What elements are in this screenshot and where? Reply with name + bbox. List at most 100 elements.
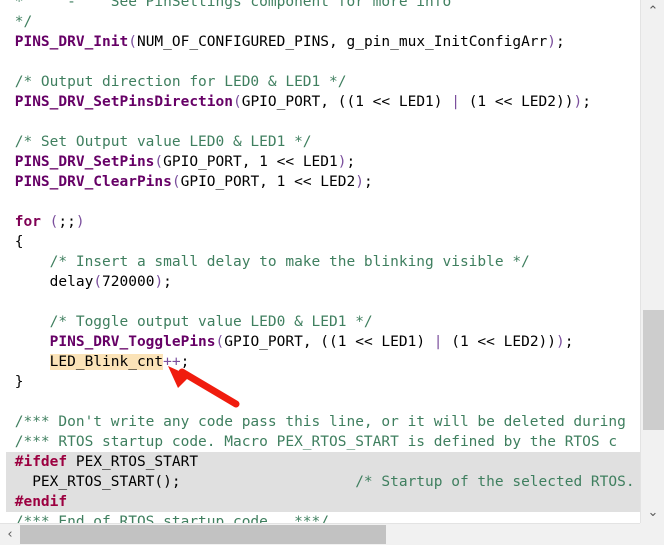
code-token: ( (93, 274, 103, 290)
code-line[interactable]: /*** RTOS startup code. Macro PEX_RTOS_S… (0, 432, 640, 452)
code-line[interactable]: /* Toggle output value LED0 & LED1 */ (0, 312, 640, 332)
code-token: PINS_DRV_SetPinsDirection (14, 94, 233, 110)
code-token: /* Startup of the selected RTOS. (355, 474, 635, 490)
code-token: | (433, 334, 443, 350)
code-line[interactable]: /* Output direction for LED0 & LED1 */ (0, 72, 640, 92)
code-token: PEX_RTOS_START(); (6, 474, 356, 490)
code-content: * - See PinSettings component for more i… (0, 0, 640, 523)
code-token: /*** Don't write any code pass this line… (6, 414, 626, 430)
code-token: #endif (14, 494, 68, 510)
code-token: | (451, 94, 460, 110)
code-editor-window: * - See PinSettings component for more i… (0, 0, 664, 545)
code-token: ( (232, 94, 242, 110)
code-line[interactable] (0, 292, 640, 312)
code-line[interactable]: } (0, 372, 640, 392)
code-line[interactable] (0, 192, 640, 212)
code-editor-viewport[interactable]: * - See PinSettings component for more i… (0, 0, 640, 523)
code-token: ( (215, 334, 225, 350)
code-line[interactable]: PINS_DRV_SetPins(GPIO_PORT, 1 << LED1); (0, 152, 640, 172)
vertical-scrollbar-thumb[interactable] (643, 310, 664, 430)
code-line[interactable]: PINS_DRV_TogglePins(GPIO_PORT, ((1 << LE… (0, 332, 640, 352)
horizontal-scrollbar[interactable]: ‹ › (0, 523, 664, 545)
scroll-down-icon[interactable]: ⌄ (641, 501, 664, 523)
code-token: 720000 (102, 274, 155, 290)
code-trailing-region: /*** End of RTOS startup code. ***/ (0, 512, 640, 523)
code-token: ) (547, 34, 557, 50)
code-token: GPIO_PORT, ((1 << LED1) (224, 334, 434, 350)
code-line[interactable]: delay(720000); (0, 272, 640, 292)
code-token: for (14, 214, 41, 230)
code-active-region: * - See PinSettings component for more i… (0, 0, 640, 452)
code-token: ; (163, 274, 172, 290)
vertical-scrollbar[interactable]: ⌃ ⌄ (640, 0, 664, 523)
code-line[interactable] (0, 52, 640, 72)
code-token: */ (6, 14, 33, 30)
code-line[interactable]: /* Set Output value LED0 & LED1 */ (0, 132, 640, 152)
code-token: } (6, 374, 24, 390)
code-token: #ifdef (14, 454, 68, 470)
code-token: /* Toggle output value LED0 & LED1 */ (6, 314, 373, 330)
code-token: ) (556, 334, 565, 350)
scroll-left-icon[interactable]: ‹ (0, 524, 20, 545)
code-token: GPIO_PORT, 1 << LED2 (180, 174, 356, 190)
code-line[interactable]: PINS_DRV_ClearPins(GPIO_PORT, 1 << LED2)… (0, 172, 640, 192)
code-token: /* Insert a small delay to make the blin… (6, 254, 530, 270)
code-line[interactable]: PINS_DRV_Init(NUM_OF_CONFIGURED_PINS, g_… (0, 32, 640, 52)
code-token: ++ (163, 354, 181, 370)
code-line[interactable]: #ifdef PEX_RTOS_START (6, 452, 640, 472)
code-line[interactable]: /* Insert a small delay to make the blin… (0, 252, 640, 272)
code-token: ( (154, 154, 164, 170)
code-token: ) (355, 174, 364, 190)
code-token: /*** RTOS startup code. Macro PEX_RTOS_S… (6, 434, 618, 450)
code-token: ) (337, 154, 347, 170)
code-token: PINS_DRV_Init (14, 34, 129, 50)
code-token: delay (6, 274, 94, 290)
code-token: GPIO_PORT, ((1 << LED1) (241, 94, 452, 110)
inactive-preprocessor-block: #ifdef PEX_RTOS_START PEX_RTOS_START(); … (6, 452, 640, 512)
scrollbar-corner (640, 523, 664, 545)
code-token: ) (75, 214, 85, 230)
horizontal-scrollbar-thumb[interactable] (20, 525, 386, 544)
code-line[interactable]: { (0, 232, 640, 252)
code-line[interactable]: for (;;) (0, 212, 640, 232)
code-token: NUM_OF_CONFIGURED_PINS, g_pin_mux_InitCo… (136, 34, 548, 50)
code-token: ) (154, 274, 164, 290)
code-token: PEX_RTOS_START (67, 454, 199, 470)
highlighted-token: LED_Blink_cnt (49, 354, 164, 370)
code-line[interactable]: * - See PinSettings component for more i… (0, 0, 640, 12)
code-line[interactable]: */ (0, 12, 640, 32)
code-line[interactable]: LED_Blink_cnt++; (0, 352, 640, 372)
code-token: ) (573, 94, 583, 110)
code-line[interactable]: PINS_DRV_SetPinsDirection(GPIO_PORT, ((1… (0, 92, 640, 112)
code-line[interactable]: /*** End of RTOS startup code. ***/ (0, 512, 640, 523)
code-token: ; (363, 174, 373, 190)
code-token: { (6, 234, 24, 250)
scroll-up-icon[interactable]: ⌃ (641, 0, 664, 22)
code-token: ; (582, 94, 591, 110)
code-token: PINS_DRV_ClearPins (14, 174, 172, 190)
code-token: ; (180, 354, 190, 370)
code-token: GPIO_PORT, 1 << LED1 (163, 154, 338, 170)
code-token: PINS_DRV_SetPins (14, 154, 155, 170)
code-line[interactable]: /*** Don't write any code pass this line… (0, 412, 640, 432)
code-token: /* Output direction for LED0 & LED1 */ (6, 74, 347, 90)
code-token: /* Set Output value LED0 & LED1 */ (6, 134, 312, 150)
code-token: ; (556, 34, 565, 50)
code-line[interactable] (0, 392, 640, 412)
code-line[interactable] (0, 112, 640, 132)
code-token: /*** End of RTOS startup code. ***/ (6, 514, 330, 523)
code-line[interactable]: #endif (6, 492, 640, 512)
code-token: * - See PinSettings component for more i… (6, 0, 452, 10)
code-line[interactable]: PEX_RTOS_START(); /* Startup of the sele… (6, 472, 640, 492)
code-token: ;; (58, 214, 76, 230)
